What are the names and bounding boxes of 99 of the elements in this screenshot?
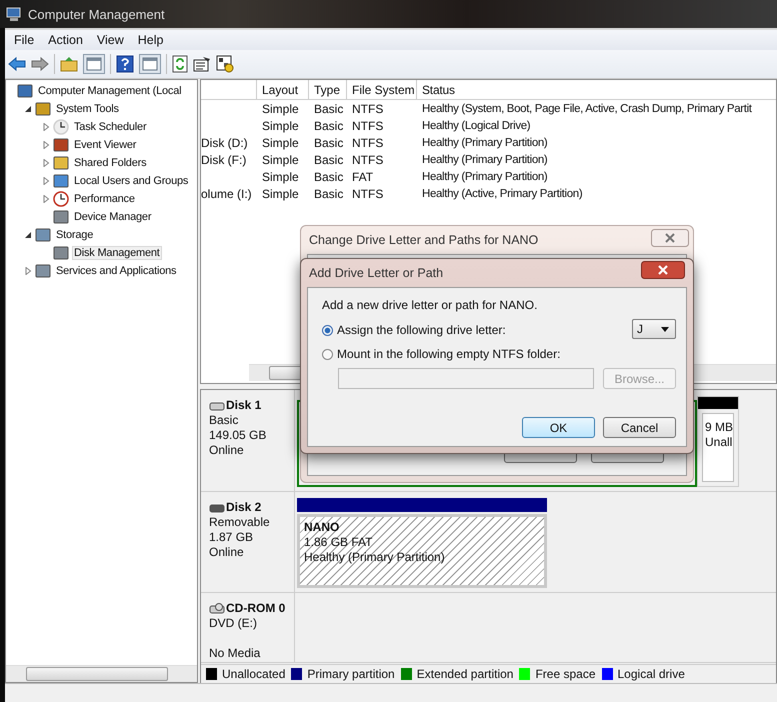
table-cell: Basic <box>314 186 344 200</box>
drive-letter-dropdown[interactable]: J <box>632 319 676 339</box>
table-cell: Basic <box>314 118 344 132</box>
legend-label: Extended partition <box>416 667 514 681</box>
disk-name: Disk 2 <box>226 500 262 515</box>
collapse-arrow-icon[interactable] <box>24 105 32 113</box>
table-cell: Healthy (Primary Partition) <box>422 170 548 182</box>
table-cell: Basic <box>314 102 344 116</box>
disk-name: Disk 1 <box>226 398 262 413</box>
dialog-prompt: Add a new drive letter or path for NANO. <box>322 298 538 312</box>
tree-item[interactable]: Device Manager <box>72 210 154 224</box>
expand-arrow-icon[interactable] <box>42 159 50 167</box>
drive-icon <box>209 400 225 412</box>
table-cell: Simple <box>262 136 299 150</box>
legend-label: Free space <box>535 667 596 681</box>
legend-label: Unallocated <box>222 667 286 681</box>
table-cell: Simple <box>262 102 299 116</box>
column-header[interactable]: File System <box>347 80 417 99</box>
table-cell: Healthy (Logical Drive) <box>422 120 530 132</box>
column-header[interactable]: Layout <box>257 80 309 99</box>
option-label[interactable]: Assign the following drive letter: <box>337 323 506 337</box>
table-cell: FAT <box>352 170 374 184</box>
properties-icon[interactable] <box>193 56 211 72</box>
help-icon[interactable] <box>116 55 134 73</box>
table-cell: Healthy (Active, Primary Partition) <box>422 188 582 200</box>
expand-arrow-icon[interactable] <box>42 141 50 149</box>
expand-arrow-icon[interactable] <box>42 177 50 185</box>
tree-item[interactable]: Performance <box>72 192 137 206</box>
table-cell: Basic <box>314 152 344 166</box>
tree-item[interactable]: Event Viewer <box>72 138 138 152</box>
tree-item[interactable]: Local Users and Groups <box>72 174 190 188</box>
disk-info: Online <box>209 443 245 458</box>
tree-item[interactable]: System Tools <box>54 102 121 116</box>
table-cell: Disk (F:) <box>201 152 246 166</box>
pane-toggle-icon[interactable] <box>139 54 161 74</box>
table-cell: Basic <box>314 170 344 184</box>
table-cell: NTFS <box>352 152 384 166</box>
folder-up-icon[interactable] <box>60 56 78 72</box>
menu-item[interactable]: File <box>9 33 40 47</box>
drive-icon <box>209 502 225 514</box>
table-cell: NTFS <box>352 118 384 132</box>
dialog-button[interactable]: OK <box>522 417 595 438</box>
window-title: Computer Management <box>28 6 165 22</box>
expand-arrow-icon[interactable] <box>24 267 32 275</box>
disk-name: CD-ROM 0 <box>226 601 286 616</box>
table-cell: Healthy (System, Boot, Page File, Active, Crash Dump, Primary Partit <box>422 102 752 114</box>
option-label[interactable]: Mount in the following empty NTFS folder: <box>337 347 560 361</box>
refresh-icon[interactable] <box>172 55 188 73</box>
disk-info: DVD (E:) <box>209 616 258 631</box>
tree-item[interactable]: Disk Management <box>72 246 162 260</box>
table-cell: NTFS <box>352 136 384 150</box>
disk-info: 149.05 GB <box>209 428 268 443</box>
expand-arrow-icon[interactable] <box>42 123 50 131</box>
collapse-arrow-icon[interactable] <box>24 231 32 239</box>
menu-item[interactable]: Action <box>43 33 88 47</box>
expand-arrow-icon[interactable] <box>42 195 50 203</box>
table-cell: Simple <box>262 118 299 132</box>
table-cell: Simple <box>262 186 299 200</box>
table-cell: Healthy (Primary Partition) <box>422 154 548 166</box>
column-header[interactable]: Type <box>309 80 347 99</box>
table-cell: Basic <box>314 136 344 150</box>
dialog-title: Add Drive Letter or Path <box>309 266 444 280</box>
table-cell: Simple <box>262 152 299 166</box>
disk-info: No Media <box>209 646 262 661</box>
tree-item[interactable]: Computer Management (Local <box>36 84 184 98</box>
table-cell: NTFS <box>352 102 384 116</box>
close-icon[interactable] <box>641 261 685 279</box>
forward-icon[interactable] <box>31 56 49 72</box>
settings-icon[interactable] <box>216 55 234 73</box>
clock-icon <box>53 119 69 135</box>
table-cell: Disk (D:) <box>201 136 248 150</box>
cd-drive-icon <box>209 602 225 614</box>
table-cell: NTFS <box>352 186 384 200</box>
tree-item[interactable]: Task Scheduler <box>72 120 148 134</box>
radio-button[interactable] <box>322 324 333 336</box>
table-cell: olume (I:) <box>201 186 252 200</box>
radio-button[interactable] <box>322 348 333 360</box>
disk-info: Online <box>209 545 245 560</box>
pane-toggle-icon[interactable] <box>83 54 105 74</box>
column-header[interactable]: Status <box>417 80 776 99</box>
disk-info: Basic <box>209 413 240 428</box>
dialog-title: Change Drive Letter and Paths for NANO <box>309 233 538 247</box>
menu-item[interactable]: Help <box>132 33 168 47</box>
disk-info: Removable <box>209 515 271 530</box>
legend-label: Logical drive <box>618 667 685 681</box>
disk-info: 1.87 GB <box>209 530 254 545</box>
dialog-button[interactable]: Cancel <box>603 417 676 438</box>
table-cell: Simple <box>262 170 299 184</box>
tree-item[interactable]: Storage <box>54 228 96 242</box>
folder-path-field[interactable] <box>338 368 594 389</box>
tree-item[interactable]: Services and Applications <box>54 264 178 278</box>
unallocated-space[interactable]: 9 MB Unall <box>697 396 739 487</box>
menu-item[interactable]: View <box>92 33 129 47</box>
horizontal-scrollbar[interactable] <box>6 665 197 682</box>
caret-icon <box>661 326 669 332</box>
legend-label: Primary partition <box>307 667 395 681</box>
tree-item[interactable]: Shared Folders <box>72 156 148 170</box>
back-icon[interactable] <box>8 56 26 72</box>
table-cell: Healthy (Primary Partition) <box>422 136 548 148</box>
